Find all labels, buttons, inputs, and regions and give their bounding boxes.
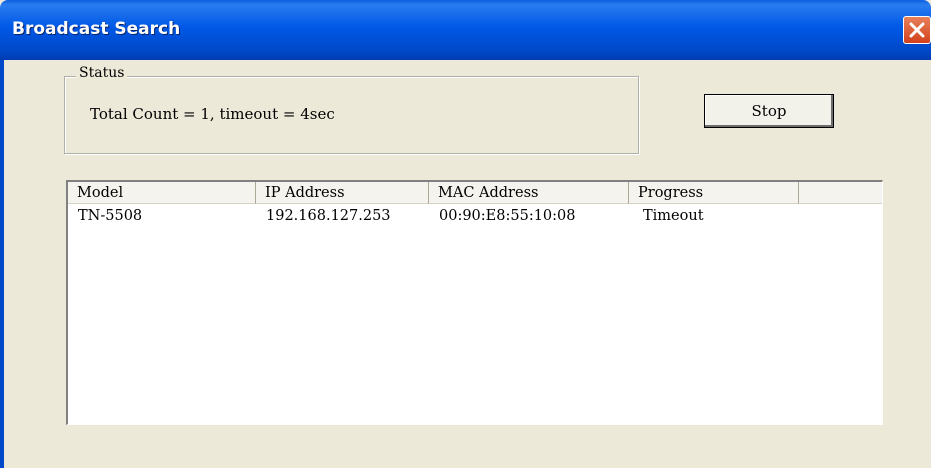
results-list[interactable]: Model IP Address MAC Address Progress TN…	[66, 180, 883, 425]
window-title: Broadcast Search	[12, 19, 181, 39]
cell-ip-address: 192.168.127.253	[266, 208, 391, 224]
column-header-empty	[799, 182, 882, 204]
close-button[interactable]	[903, 16, 931, 44]
column-header-model[interactable]: Model	[68, 182, 256, 204]
status-group-label: Status	[76, 65, 128, 81]
broadcast-search-dialog: Broadcast Search Status Total Count = 1,…	[0, 0, 931, 468]
cell-model: TN-5508	[78, 208, 143, 224]
column-header-mac-address[interactable]: MAC Address	[429, 182, 629, 204]
column-header-progress[interactable]: Progress	[629, 182, 799, 204]
dialog-body: Status Total Count = 1, timeout = 4sec S…	[4, 60, 931, 468]
cell-mac-address: 00:90:E8:55:10:08	[439, 208, 576, 224]
list-header: Model IP Address MAC Address Progress	[68, 182, 882, 204]
cell-progress: Timeout	[643, 208, 704, 224]
table-row[interactable]: TN-5508 192.168.127.253 00:90:E8:55:10:0…	[68, 206, 882, 226]
stop-button[interactable]: Stop	[704, 94, 834, 128]
title-bar[interactable]: Broadcast Search	[0, 0, 931, 60]
column-header-ip-address[interactable]: IP Address	[256, 182, 429, 204]
status-text: Total Count = 1, timeout = 4sec	[90, 105, 335, 123]
